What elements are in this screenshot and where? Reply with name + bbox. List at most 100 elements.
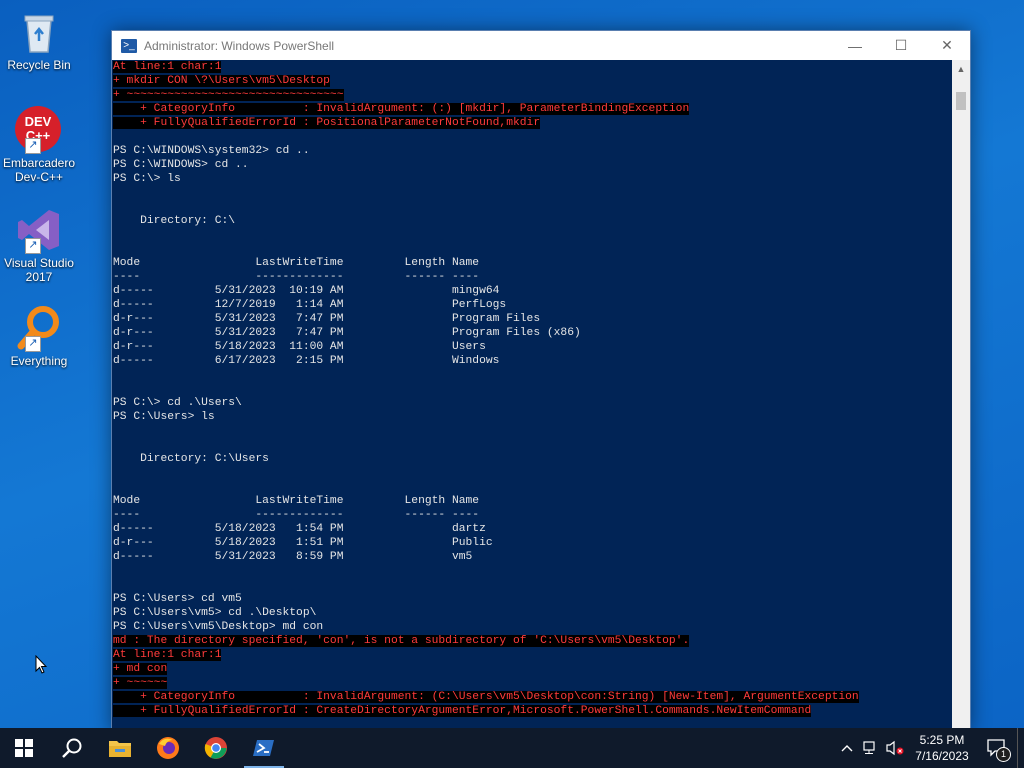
console-line: PS C:\> cd .\Users\ [112, 396, 952, 410]
desktop-icon-label: Embarcadero Dev-C++ [2, 156, 76, 184]
console-error-line: + md con [112, 662, 952, 676]
console-line: Directory: C:\Users [112, 452, 952, 466]
taskbar-chrome[interactable] [192, 728, 240, 768]
console-line-text: PS C:\> cd .\Users\ [113, 397, 242, 409]
console-line-text: + md con [113, 663, 168, 675]
console-line: PS C:\WINDOWS\system32> cd .. [112, 144, 952, 158]
console-line-text: PS C:\> ls [113, 173, 181, 185]
console-line-text: PS C:\WINDOWS\system32> cd .. [113, 145, 310, 157]
console-line: PS C:\> ls [112, 172, 952, 186]
show-desktop-button[interactable] [1017, 728, 1024, 768]
console-error-line: + CategoryInfo : InvalidArgument: (C:\Us… [112, 690, 952, 704]
console-line-text: PS C:\Users\vm5> cd .\Desktop\ [113, 607, 317, 619]
powershell-icon [253, 740, 274, 756]
console-line: PS C:\Users\vm5> cd .\Desktop\ [112, 606, 952, 620]
console-line-text: At line:1 char:1 [113, 61, 222, 73]
console-line-text: d----- 5/31/2023 10:19 AM mingw64 [113, 285, 500, 297]
volume-muted-icon[interactable] [883, 728, 907, 768]
desktop-icon-label: Recycle Bin [7, 58, 71, 72]
shortcut-arrow-icon: ↗ [25, 138, 41, 154]
console-line-text: d----- 5/18/2023 1:54 PM dartz [113, 523, 486, 535]
console-line: PS C:\Users\vm5\Desktop> md con [112, 620, 952, 634]
maximize-button[interactable]: ☐ [878, 31, 924, 60]
console-error-line: + FullyQualifiedErrorId : PositionalPara… [112, 116, 952, 130]
console-line: PS C:\Users> cd vm5 [112, 592, 952, 606]
system-clock[interactable]: 5:25 PM 7/16/2023 [907, 732, 977, 764]
search-button[interactable] [48, 728, 96, 768]
powershell-icon: >_ [121, 38, 137, 53]
scroll-up-arrow-icon[interactable]: ▲ [952, 60, 970, 78]
minimize-button[interactable]: — [832, 31, 878, 60]
everything-search-icon: ↗ [15, 304, 63, 352]
console-error-line: At line:1 char:1 [112, 648, 952, 662]
desktop-icon-visual-studio[interactable]: ↗ Visual Studio 2017 [2, 206, 76, 284]
recycle-bin-icon [15, 8, 63, 56]
console-line-text: PS C:\Users> cd vm5 [113, 593, 242, 605]
desktop-icon-devcpp[interactable]: DEV C++ ↗ Embarcadero Dev-C++ [2, 106, 76, 184]
console-error-line: + mkdir CON \?\Users\vm5\Desktop [112, 74, 952, 88]
console-line-text: d----- 12/7/2019 1:14 AM PerfLogs [113, 299, 507, 311]
visual-studio-icon: ↗ [15, 206, 63, 254]
console-error-line: + ~~~~~~ [112, 676, 952, 690]
shortcut-arrow-icon: ↗ [25, 238, 41, 254]
console-error-line: + ~~~~~~~~~~~~~~~~~~~~~~~~~~~~~~~~ [112, 88, 952, 102]
console-line: d-r--- 5/31/2023 7:47 PM Program Files [112, 312, 952, 326]
console-output[interactable]: At line:1 char:1 + mkdir CON \?\Users\vm5… [112, 60, 952, 731]
start-button[interactable] [0, 728, 48, 768]
firefox-icon [157, 737, 179, 759]
clock-time: 5:25 PM [919, 733, 965, 747]
devcpp-icon: DEV C++ ↗ [15, 106, 63, 154]
console-line: ---- ------------- ------ ---- [112, 270, 952, 284]
console-error-line: + CategoryInfo : InvalidArgument: (:) [m… [112, 102, 952, 116]
taskbar-powershell[interactable] [240, 728, 288, 768]
notification-count-badge: 1 [996, 747, 1011, 762]
console-line-text: ---- ------------- ------ ---- [113, 509, 480, 521]
clock-date: 7/16/2023 [915, 749, 969, 763]
console-line-text: + FullyQualifiedErrorId : CreateDirector… [113, 705, 812, 717]
console-line-text: d-r--- 5/31/2023 7:47 PM Program Files [113, 313, 541, 325]
powershell-window[interactable]: >_ Administrator: Windows PowerShell — ☐… [111, 30, 971, 732]
taskbar-firefox[interactable] [144, 728, 192, 768]
console-line-text: d-r--- 5/31/2023 7:47 PM Program Files (… [113, 327, 581, 339]
console-line-text: d-r--- 5/18/2023 1:51 PM Public [113, 537, 493, 549]
console-line: d----- 6/17/2023 2:15 PM Windows [112, 354, 952, 368]
vertical-scrollbar[interactable]: ▲ [952, 60, 970, 731]
window-title: Administrator: Windows PowerShell [144, 38, 335, 53]
console-line: Mode LastWriteTime Length Name [112, 256, 952, 270]
desktop-icon-everything[interactable]: ↗ Everything [2, 304, 76, 368]
console-line-text: + ~~~~~~~~~~~~~~~~~~~~~~~~~~~~~~~~ [113, 89, 344, 101]
console-line: Mode LastWriteTime Length Name [112, 494, 952, 508]
window-titlebar[interactable]: >_ Administrator: Windows PowerShell — ☐… [112, 31, 970, 60]
console-error-line: + FullyQualifiedErrorId : CreateDirector… [112, 704, 952, 718]
scrollbar-thumb[interactable] [956, 92, 966, 110]
network-icon[interactable] [859, 728, 883, 768]
desktop-icon-recycle-bin[interactable]: Recycle Bin [2, 8, 76, 72]
console-line-text: PS C:\WINDOWS> cd .. [113, 159, 249, 171]
notification-center-button[interactable]: 1 [977, 728, 1017, 768]
console-error-line: At line:1 char:1 [112, 60, 952, 74]
console-line-text: d----- 5/31/2023 8:59 PM vm5 [113, 551, 473, 563]
console-error-line: md : The directory specified, 'con', is … [112, 634, 952, 648]
console-line: d-r--- 5/31/2023 7:47 PM Program Files (… [112, 326, 952, 340]
close-button[interactable]: ✕ [924, 31, 970, 60]
console-line-text: d----- 6/17/2023 2:15 PM Windows [113, 355, 500, 367]
folder-icon [109, 741, 131, 757]
taskbar-file-explorer[interactable] [96, 728, 144, 768]
console-line: Directory: C:\ [112, 214, 952, 228]
console-line: PS C:\WINDOWS> cd .. [112, 158, 952, 172]
console-line: PS C:\Users> ls [112, 410, 952, 424]
console-line-text: Mode LastWriteTime Length Name [113, 495, 480, 507]
shortcut-arrow-icon: ↗ [25, 336, 41, 352]
tray-chevron-up-icon[interactable] [835, 728, 859, 768]
